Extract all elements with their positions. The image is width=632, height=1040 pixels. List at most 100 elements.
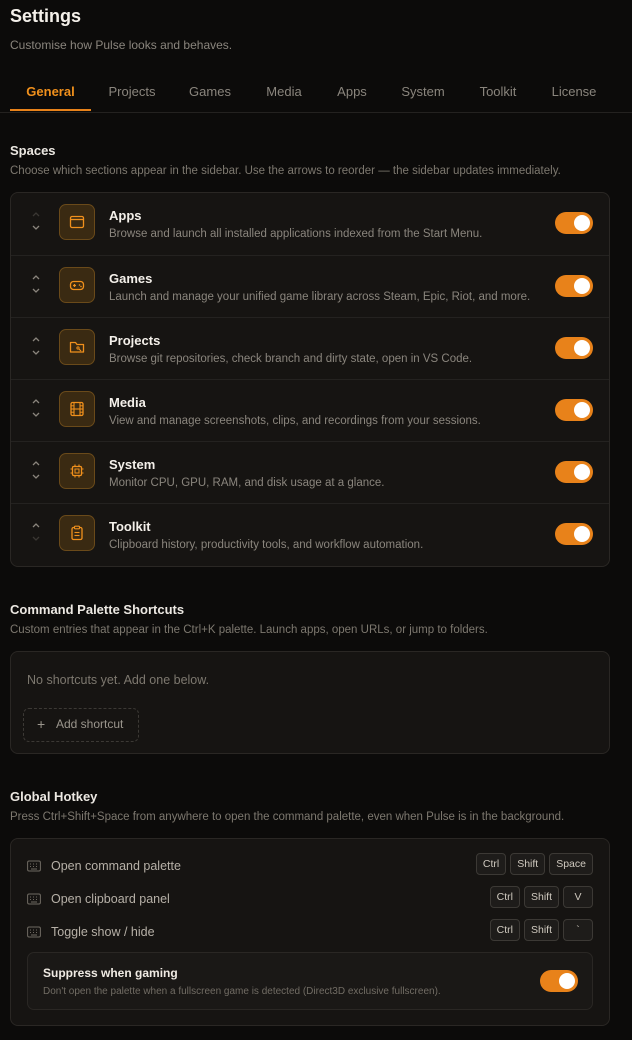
toggle-knob — [574, 215, 590, 231]
suppress-title: Suppress when gaming — [43, 966, 178, 980]
tab-system[interactable]: System — [394, 74, 452, 111]
add-shortcut-label: Add shortcut — [56, 717, 124, 731]
hotkey-row-toggle: Toggle show / hide Ctrl Shift ` — [11, 919, 609, 947]
space-description: Clipboard history, productivity tools, a… — [109, 539, 424, 551]
space-toggle-games[interactable] — [555, 275, 593, 297]
hotkey-label: Toggle show / hide — [51, 925, 155, 939]
space-toggle-projects[interactable] — [555, 337, 593, 359]
keyboard-icon — [27, 860, 41, 872]
space-description: Launch and manage your unified game libr… — [109, 291, 531, 303]
tab-general[interactable]: General — [10, 74, 91, 111]
hotkey-label: Open command palette — [51, 859, 181, 873]
reorder-arrows — [29, 394, 43, 426]
space-row-apps: Apps Browse and launch all installed app… — [11, 193, 609, 255]
key-combo: Ctrl Shift V — [489, 886, 593, 908]
chevron-down-icon[interactable] — [29, 470, 43, 484]
settings-page: Settings Customise how Pulse looks and b… — [0, 0, 632, 1040]
space-name: Games — [109, 271, 153, 286]
reorder-arrows — [29, 332, 43, 364]
tab-license[interactable]: License — [544, 74, 604, 111]
reorder-arrows — [29, 270, 43, 302]
space-row-media: Media View and manage screenshots, clips… — [11, 379, 609, 442]
tab-bar: General Projects Games Media Apps System… — [0, 74, 632, 113]
key-cap: Shift — [510, 853, 546, 875]
toggle-knob — [559, 973, 575, 989]
space-description: Browse git repositories, check branch an… — [109, 353, 473, 365]
spaces-panel: Apps Browse and launch all installed app… — [10, 192, 610, 567]
keyboard-icon — [27, 926, 41, 938]
space-name: Apps — [109, 208, 142, 223]
spaces-title: Spaces — [10, 143, 56, 158]
hotkey-label: Open clipboard panel — [51, 892, 170, 906]
toggle-knob — [574, 526, 590, 542]
tab-media[interactable]: Media — [256, 74, 312, 111]
add-shortcut-button[interactable]: + Add shortcut — [23, 708, 139, 742]
space-row-projects: Projects Browse git repositories, check … — [11, 317, 609, 380]
chevron-up-icon[interactable] — [29, 332, 43, 346]
reorder-arrows — [29, 207, 43, 239]
tab-toolkit[interactable]: Toolkit — [470, 74, 526, 111]
shortcuts-title: Command Palette Shortcuts — [10, 602, 185, 617]
toggle-knob — [574, 464, 590, 480]
key-cap: Ctrl — [489, 886, 520, 908]
space-toggle-apps[interactable] — [555, 212, 593, 234]
space-row-toolkit: Toolkit Clipboard history, productivity … — [11, 503, 609, 566]
plus-icon: + — [37, 716, 46, 732]
page-title: Settings — [10, 6, 82, 26]
cpu-icon — [59, 453, 95, 489]
key-cap: ` — [563, 919, 593, 941]
space-row-system: System Monitor CPU, GPU, RAM, and disk u… — [11, 441, 609, 504]
film-icon — [59, 391, 95, 427]
space-description: Browse and launch all installed applicat… — [109, 228, 483, 240]
chevron-up-icon[interactable] — [29, 394, 43, 408]
chevron-up-icon[interactable] — [29, 518, 43, 532]
toggle-knob — [574, 340, 590, 356]
space-name: Projects — [109, 333, 161, 348]
tab-apps[interactable]: Apps — [329, 74, 375, 111]
key-combo: Ctrl Shift Space — [475, 853, 593, 875]
suppress-description: Don't open the palette when a fullscreen… — [43, 986, 441, 997]
shortcuts-empty-text: No shortcuts yet. Add one below. — [27, 673, 210, 687]
space-toggle-toolkit[interactable] — [555, 523, 593, 545]
hotkey-row-clipboard-panel: Open clipboard panel Ctrl Shift V — [11, 886, 609, 914]
space-description: View and manage screenshots, clips, and … — [109, 415, 481, 427]
chevron-down-icon[interactable] — [29, 346, 43, 360]
key-cap: V — [563, 886, 593, 908]
space-description: Monitor CPU, GPU, RAM, and disk usage at… — [109, 477, 385, 489]
gamepad-icon — [59, 267, 95, 303]
toggle-knob — [574, 278, 590, 294]
folder-git-icon — [59, 329, 95, 365]
keyboard-icon — [27, 893, 41, 905]
clipboard-icon — [59, 515, 95, 551]
chevron-down-icon[interactable] — [29, 221, 43, 235]
suppress-when-gaming-card: Suppress when gaming Don't open the pale… — [27, 952, 593, 1010]
key-cap: Shift — [523, 919, 559, 941]
tab-games[interactable]: Games — [181, 74, 239, 111]
hotkey-description: Press Ctrl+Shift+Space from anywhere to … — [10, 811, 565, 823]
chevron-down-icon[interactable] — [29, 284, 43, 298]
shortcuts-description: Custom entries that appear in the Ctrl+K… — [10, 624, 488, 636]
chevron-up-icon[interactable] — [29, 270, 43, 284]
key-combo: Ctrl Shift ` — [489, 919, 593, 941]
key-cap: Shift — [523, 886, 559, 908]
chevron-down-icon[interactable] — [29, 532, 43, 546]
space-name: Media — [109, 395, 146, 410]
page-subtitle: Customise how Pulse looks and behaves. — [10, 38, 233, 52]
chevron-down-icon[interactable] — [29, 408, 43, 422]
spaces-description: Choose which sections appear in the side… — [10, 165, 561, 177]
suppress-toggle[interactable] — [540, 970, 578, 992]
key-cap: Ctrl — [475, 853, 507, 875]
chevron-up-icon[interactable] — [29, 207, 43, 221]
chevron-up-icon[interactable] — [29, 456, 43, 470]
space-name: System — [109, 457, 156, 472]
key-cap: Space — [549, 853, 593, 875]
tab-projects[interactable]: Projects — [101, 74, 163, 111]
window-icon — [59, 204, 95, 240]
active-tab-indicator — [10, 109, 91, 111]
reorder-arrows — [29, 456, 43, 488]
hotkey-panel: Open command palette Ctrl Shift Space Op… — [10, 838, 610, 1026]
hotkey-title: Global Hotkey — [10, 789, 98, 804]
space-toggle-media[interactable] — [555, 399, 593, 421]
hotkey-row-command-palette: Open command palette Ctrl Shift Space — [11, 853, 609, 881]
space-toggle-system[interactable] — [555, 461, 593, 483]
